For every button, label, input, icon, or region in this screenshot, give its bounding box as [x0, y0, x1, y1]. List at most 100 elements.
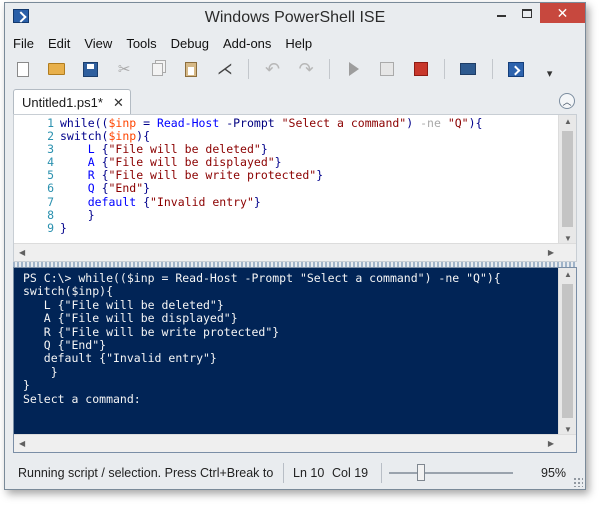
code-token: $inp	[108, 129, 137, 144]
close-button[interactable]: ✕	[540, 3, 585, 23]
code-token: }	[274, 155, 282, 170]
run-script-button[interactable]	[343, 58, 364, 80]
tab-close-icon[interactable]: ✕	[113, 95, 124, 111]
paste-button[interactable]	[181, 58, 202, 80]
code-token: )	[406, 116, 421, 130]
run-selection-button[interactable]	[377, 58, 398, 80]
console-output[interactable]: PS C:\> while(($inp = Read-Host -Prompt …	[23, 271, 543, 406]
maximize-icon	[522, 8, 532, 18]
line-number: 6	[47, 181, 54, 196]
editor-scroll-thumb[interactable]	[562, 131, 573, 227]
new-remote-tab-button[interactable]	[458, 58, 479, 80]
code-token: "Select a command"	[281, 116, 407, 130]
redo-button[interactable]: ↷	[296, 58, 317, 80]
console-scroll-thumb[interactable]	[562, 284, 573, 418]
clear-console-button[interactable]: ⋌	[215, 58, 236, 80]
code-token: "Q"	[447, 116, 469, 130]
status-line: Ln 10	[293, 466, 325, 480]
save-button[interactable]	[80, 58, 101, 80]
stop-button[interactable]	[411, 58, 432, 80]
console-line: PS C:\> while(($inp = Read-Host -Prompt …	[23, 271, 501, 285]
editor-vertical-scrollbar[interactable]: ▲ ▼	[558, 115, 576, 245]
scroll-right-icon[interactable]: ▶	[548, 439, 554, 448]
scroll-down-icon[interactable]: ▼	[564, 234, 572, 243]
scroll-right-icon[interactable]: ▶	[548, 248, 554, 257]
status-column: Col 19	[332, 466, 369, 480]
maximize-button[interactable]	[514, 3, 540, 23]
code-line[interactable]: default {"Invalid entry"}	[60, 194, 555, 209]
new-script-button[interactable]	[13, 58, 34, 80]
cut-icon: ✂	[117, 61, 131, 78]
open-button[interactable]	[47, 58, 68, 80]
menu-help[interactable]: Help	[285, 36, 312, 51]
code-token: }	[260, 142, 268, 157]
copy-button[interactable]	[147, 58, 168, 80]
run-script-icon	[348, 62, 359, 76]
code-token: Read-Host	[156, 116, 220, 130]
console-line: Select a command:	[23, 391, 141, 406]
code-token: }	[316, 168, 324, 183]
zoom-slider-thumb[interactable]	[417, 464, 426, 481]
tab-untitled1[interactable]: Untitled1.ps1* ✕	[13, 89, 131, 115]
console-line: R {"File will be write protected"}	[23, 324, 280, 339]
cut-button[interactable]: ✂	[114, 58, 135, 80]
console-pane[interactable]: PS C:\> while(($inp = Read-Host -Prompt …	[13, 267, 577, 453]
scroll-left-icon[interactable]: ◀	[19, 248, 25, 257]
menu-debug[interactable]: Debug	[171, 36, 209, 51]
resize-grip-icon[interactable]	[573, 477, 583, 487]
title-bar[interactable]: Windows PowerShell ISE ✕	[5, 3, 585, 31]
toolbar-separator	[248, 59, 250, 79]
minimize-button[interactable]	[488, 3, 514, 23]
console-vertical-scrollbar[interactable]: ▲ ▼	[558, 268, 576, 436]
code-token: ){	[468, 116, 483, 130]
menu-tools[interactable]: Tools	[126, 36, 156, 51]
editor-horizontal-scrollbar[interactable]: ◀ ▶	[14, 243, 576, 261]
scroll-left-icon[interactable]: ◀	[19, 439, 25, 448]
toolbar-overflow-button[interactable]: ▾	[539, 58, 560, 80]
save-icon	[83, 61, 99, 77]
scroll-down-icon[interactable]: ▼	[564, 425, 572, 434]
powershell-console-icon	[507, 61, 524, 77]
menu-edit[interactable]: Edit	[48, 36, 70, 51]
menu-view[interactable]: View	[84, 36, 112, 51]
toolbar-separator	[329, 59, 331, 79]
code-token: {	[94, 181, 109, 196]
line-number: 8	[47, 207, 54, 222]
code-token: =	[136, 116, 157, 130]
powershell-console-button[interactable]	[506, 58, 527, 80]
code-token: "Invalid entry"	[150, 194, 254, 209]
code-token: A	[87, 155, 95, 170]
run-selection-icon	[380, 62, 395, 76]
scroll-up-icon[interactable]: ▲	[564, 270, 572, 279]
code-token: "File will be deleted"	[108, 142, 261, 157]
console-line: L {"File will be deleted"}	[23, 297, 224, 312]
menu-add-ons[interactable]: Add-ons	[223, 36, 271, 51]
code-token: $inp	[108, 116, 137, 130]
console-horizontal-scrollbar[interactable]: ◀ ▶	[14, 434, 576, 452]
code-token: }	[60, 220, 67, 235]
code-line[interactable]: }	[60, 207, 555, 222]
scroll-up-icon[interactable]: ▲	[564, 117, 572, 126]
console-line: }	[23, 364, 58, 379]
code-token: }	[60, 207, 95, 222]
line-numbers: 123456789	[14, 116, 54, 235]
code-area[interactable]: while(($inp = Read-Host -Prompt "Select …	[60, 116, 555, 235]
collapse-script-pane-button[interactable]: ︿	[559, 93, 575, 109]
undo-button[interactable]: ↶	[262, 58, 283, 80]
minimize-icon	[496, 15, 506, 17]
code-token: switch(	[60, 129, 109, 144]
code-token: Q	[87, 181, 95, 196]
menu-file[interactable]: File	[13, 36, 34, 51]
tab-label: Untitled1.ps1*	[22, 95, 103, 110]
stop-icon	[413, 62, 428, 76]
code-line[interactable]: }	[60, 220, 555, 235]
toolbar: ✂ ⋌ ↶ ↷ ▾	[13, 55, 573, 83]
code-token: -Prompt	[226, 116, 275, 130]
zoom-slider-track[interactable]	[389, 472, 513, 474]
script-editor[interactable]: 123456789 while(($inp = Read-Host -Promp…	[13, 114, 577, 262]
code-token: default	[87, 194, 137, 209]
